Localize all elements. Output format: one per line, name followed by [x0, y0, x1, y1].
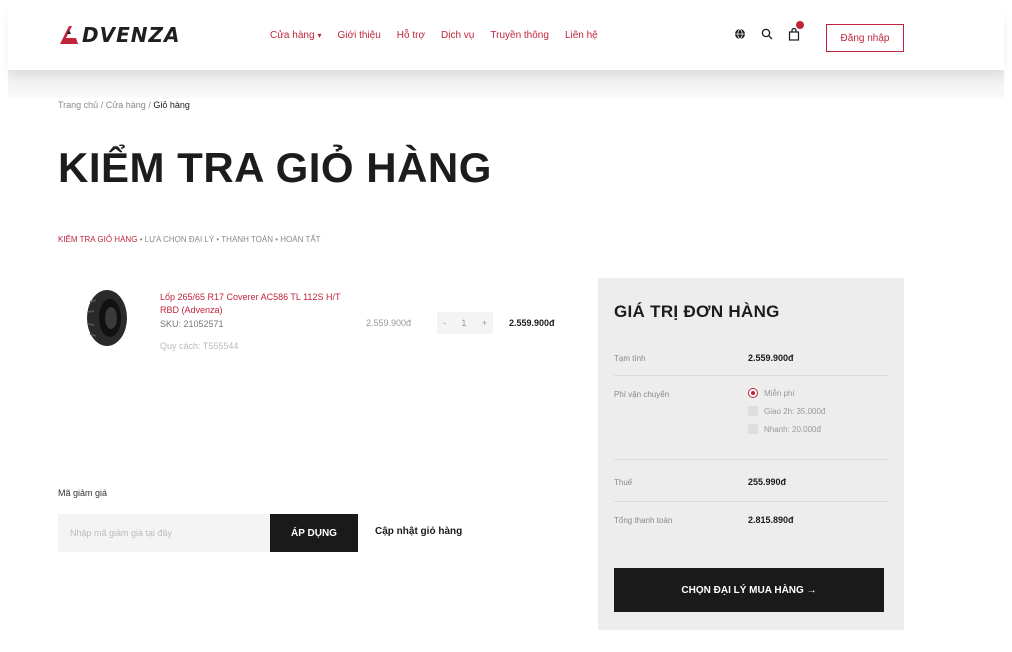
coupon-input[interactable]: [58, 514, 270, 552]
nav-item-contact[interactable]: Liên hệ: [565, 30, 598, 41]
breadcrumb: Trang chủ / Cửa hàng / Giỏ hàng: [58, 100, 190, 110]
tire-image: [87, 290, 127, 346]
item-spec: Quy cách: T555544: [160, 341, 239, 351]
cart-count-badge: [796, 21, 804, 29]
shipping-label: Phí vận chuyển: [614, 390, 670, 399]
radio-selected-icon: [748, 388, 758, 398]
site-header: DVENZA Cửa hàng ▾ Giới thiệu Hỗ trợ Dịch …: [8, 8, 1004, 70]
choose-dealer-button[interactable]: CHỌN ĐẠI LÝ MUA HÀNG →: [614, 568, 884, 612]
header-shadow: [8, 70, 1004, 98]
globe-icon[interactable]: [732, 26, 748, 42]
main-nav: Cửa hàng ▾ Giới thiệu Hỗ trợ Dịch vụ Truy…: [270, 30, 614, 41]
shipping-option-2h[interactable]: Giao 2h: 35.000đ: [748, 406, 825, 416]
page-title: KIỂM TRA GIỎ HÀNG: [58, 144, 492, 191]
login-button[interactable]: Đăng nhập: [826, 24, 904, 52]
summary-title: GIÁ TRỊ ĐƠN HÀNG: [614, 302, 780, 321]
item-sku: SKU: 21052571: [160, 319, 224, 329]
chevron-down-icon: ▾: [317, 31, 322, 40]
nav-item-about[interactable]: Giới thiệu: [338, 30, 381, 41]
coupon-label: Mã giảm giá: [58, 488, 108, 498]
item-unit-price: 2.559.900đ: [366, 318, 412, 328]
shipping-option-free[interactable]: Miễn phí: [748, 388, 795, 398]
nav-item-shop[interactable]: Cửa hàng ▾: [270, 30, 322, 41]
logo[interactable]: DVENZA: [58, 22, 180, 48]
qty-increase-button[interactable]: +: [482, 318, 487, 328]
total-label: Tổng thanh toán: [614, 516, 673, 525]
total-row: Tổng thanh toán 2.815.890đ: [614, 502, 888, 542]
subtotal-label: Tạm tính: [614, 354, 646, 363]
order-summary: GIÁ TRỊ ĐƠN HÀNG Tạm tính 2.559.900đ Phí…: [598, 278, 904, 630]
step-rest: • LỰA CHỌN ĐẠI LÝ • THANH TOÁN • HOÀN TẤ…: [137, 235, 321, 244]
qty-value[interactable]: 1: [461, 318, 466, 328]
breadcrumb-home[interactable]: Trang chủ: [58, 100, 98, 110]
logo-mark-icon: [60, 26, 78, 44]
quantity-stepper: - 1 +: [437, 312, 493, 334]
checkout-steps: KIỂM TRA GIỎ HÀNG • LỰA CHỌN ĐẠI LÝ • TH…: [58, 235, 321, 244]
tax-value: 255.990đ: [748, 477, 787, 487]
breadcrumb-current: Giỏ hàng: [153, 100, 190, 110]
step-active: KIỂM TRA GIỎ HÀNG: [58, 235, 138, 244]
nav-label-shop: Cửa hàng: [270, 30, 315, 41]
shipping-option-label: Nhanh: 20.000đ: [764, 424, 821, 434]
breadcrumb-sep: /: [100, 100, 104, 110]
total-value: 2.815.890đ: [748, 515, 794, 525]
radio-unselected-icon: [748, 406, 758, 416]
item-total: 2.559.900đ: [509, 318, 555, 328]
cart-icon[interactable]: [786, 21, 804, 42]
nav-item-services[interactable]: Dịch vụ: [441, 30, 474, 41]
apply-coupon-button[interactable]: ÁP DỤNG: [270, 514, 358, 552]
subtotal-value: 2.559.900đ: [748, 353, 794, 363]
nav-item-media[interactable]: Truyền thông: [490, 30, 549, 41]
tax-row: Thuế 255.990đ: [614, 460, 888, 502]
radio-unselected-icon: [748, 424, 758, 434]
breadcrumb-sep: /: [148, 100, 151, 110]
tax-label: Thuế: [614, 478, 633, 487]
subtotal-row: Tạm tính 2.559.900đ: [614, 342, 888, 376]
shipping-row: Phí vận chuyển Miễn phí Giao 2h: 35.000đ…: [614, 376, 888, 460]
logo-text: DVENZA: [82, 23, 181, 47]
search-icon[interactable]: [759, 26, 775, 42]
qty-decrease-button[interactable]: -: [443, 318, 446, 328]
update-cart-link[interactable]: Cập nhật giỏ hàng: [375, 526, 462, 537]
shipping-option-label: Giao 2h: 35.000đ: [764, 406, 826, 416]
item-name-link[interactable]: Lốp 265/65 R17 Coverer AC586 TL 112S H/T…: [160, 291, 360, 317]
breadcrumb-shop[interactable]: Cửa hàng: [106, 100, 146, 110]
shipping-option-fast[interactable]: Nhanh: 20.000đ: [748, 424, 821, 434]
shipping-option-label: Miễn phí: [764, 388, 795, 398]
nav-item-support[interactable]: Hỗ trợ: [397, 30, 425, 41]
header-icons: [732, 21, 804, 42]
